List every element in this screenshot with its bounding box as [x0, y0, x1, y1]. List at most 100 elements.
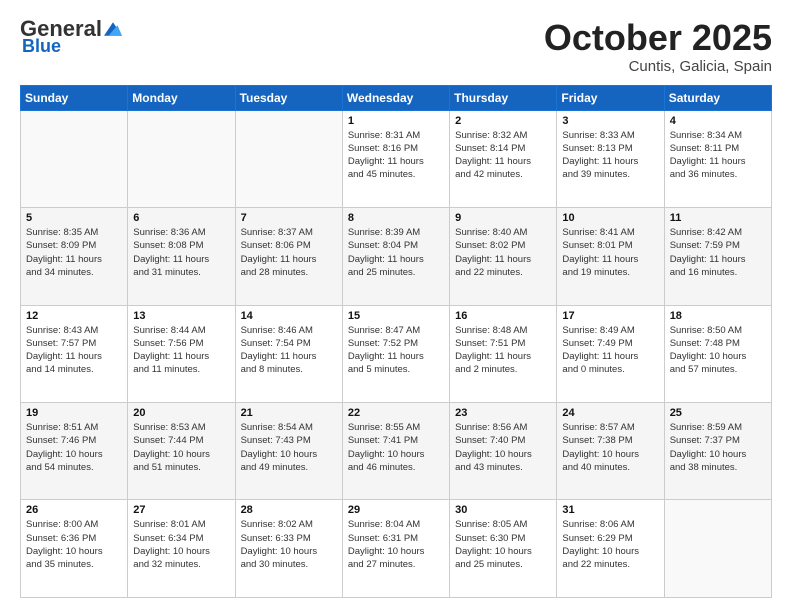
day-number: 8: [348, 212, 444, 224]
calendar-header-row: SundayMondayTuesdayWednesdayThursdayFrid…: [21, 85, 772, 110]
day-info: Sunrise: 8:54 AM Sunset: 7:43 PM Dayligh…: [241, 421, 337, 474]
calendar-week-4: 19Sunrise: 8:51 AM Sunset: 7:46 PM Dayli…: [21, 403, 772, 500]
day-info: Sunrise: 8:39 AM Sunset: 8:04 PM Dayligh…: [348, 226, 444, 279]
day-info: Sunrise: 8:06 AM Sunset: 6:29 PM Dayligh…: [562, 518, 658, 571]
calendar-cell: 7 Sunrise: 8:37 AM Sunset: 8:06 PM Daylig…: [235, 208, 342, 305]
day-number: 1: [348, 115, 444, 127]
calendar-cell: 14 Sunrise: 8:46 AM Sunset: 7:54 PM Dayli…: [235, 305, 342, 402]
day-number: 14: [241, 310, 337, 322]
day-info: Sunrise: 8:34 AM Sunset: 8:11 PM Dayligh…: [670, 129, 766, 182]
day-number: 27: [133, 504, 229, 516]
day-info: Sunrise: 8:37 AM Sunset: 8:06 PM Dayligh…: [241, 226, 337, 279]
calendar-cell: 2 Sunrise: 8:32 AM Sunset: 8:14 PM Daylig…: [450, 110, 557, 207]
logo: General Blue: [20, 18, 122, 57]
calendar-cell: 17 Sunrise: 8:49 AM Sunset: 7:49 PM Dayli…: [557, 305, 664, 402]
day-number: 15: [348, 310, 444, 322]
day-number: 20: [133, 407, 229, 419]
weekday-header-sunday: Sunday: [21, 85, 128, 110]
day-number: 12: [26, 310, 122, 322]
calendar-week-2: 5Sunrise: 8:35 AM Sunset: 8:09 PM Daylig…: [21, 208, 772, 305]
calendar-cell: [21, 110, 128, 207]
main-title: October 2025: [544, 18, 772, 58]
day-info: Sunrise: 8:50 AM Sunset: 7:48 PM Dayligh…: [670, 324, 766, 377]
logo-icon: [104, 20, 122, 38]
weekday-header-monday: Monday: [128, 85, 235, 110]
day-number: 29: [348, 504, 444, 516]
day-info: Sunrise: 8:36 AM Sunset: 8:08 PM Dayligh…: [133, 226, 229, 279]
calendar-cell: 10 Sunrise: 8:41 AM Sunset: 8:01 PM Dayli…: [557, 208, 664, 305]
day-info: Sunrise: 8:57 AM Sunset: 7:38 PM Dayligh…: [562, 421, 658, 474]
weekday-header-thursday: Thursday: [450, 85, 557, 110]
calendar-cell: 6 Sunrise: 8:36 AM Sunset: 8:08 PM Daylig…: [128, 208, 235, 305]
day-number: 10: [562, 212, 658, 224]
day-info: Sunrise: 8:43 AM Sunset: 7:57 PM Dayligh…: [26, 324, 122, 377]
day-number: 31: [562, 504, 658, 516]
calendar-cell: 5Sunrise: 8:35 AM Sunset: 8:09 PM Daylig…: [21, 208, 128, 305]
day-number: 22: [348, 407, 444, 419]
day-number: 30: [455, 504, 551, 516]
day-number: 13: [133, 310, 229, 322]
day-info: Sunrise: 8:42 AM Sunset: 7:59 PM Dayligh…: [670, 226, 766, 279]
day-info: Sunrise: 8:02 AM Sunset: 6:33 PM Dayligh…: [241, 518, 337, 571]
day-info: Sunrise: 8:05 AM Sunset: 6:30 PM Dayligh…: [455, 518, 551, 571]
day-number: 17: [562, 310, 658, 322]
day-info: Sunrise: 8:41 AM Sunset: 8:01 PM Dayligh…: [562, 226, 658, 279]
logo-blue-text: Blue: [22, 36, 61, 57]
day-info: Sunrise: 8:04 AM Sunset: 6:31 PM Dayligh…: [348, 518, 444, 571]
day-info: Sunrise: 8:01 AM Sunset: 6:34 PM Dayligh…: [133, 518, 229, 571]
day-info: Sunrise: 8:44 AM Sunset: 7:56 PM Dayligh…: [133, 324, 229, 377]
calendar-table: SundayMondayTuesdayWednesdayThursdayFrid…: [20, 85, 772, 598]
day-number: 5: [26, 212, 122, 224]
day-number: 9: [455, 212, 551, 224]
day-number: 7: [241, 212, 337, 224]
calendar-cell: 21 Sunrise: 8:54 AM Sunset: 7:43 PM Dayli…: [235, 403, 342, 500]
day-info: Sunrise: 8:46 AM Sunset: 7:54 PM Dayligh…: [241, 324, 337, 377]
day-info: Sunrise: 8:00 AM Sunset: 6:36 PM Dayligh…: [26, 518, 122, 571]
calendar-cell: 26 Sunrise: 8:00 AM Sunset: 6:36 PM Dayli…: [21, 500, 128, 598]
header: General Blue October 2025 Cuntis, Galici…: [20, 18, 772, 75]
calendar-cell: 15 Sunrise: 8:47 AM Sunset: 7:52 PM Dayli…: [342, 305, 449, 402]
day-number: 2: [455, 115, 551, 127]
day-number: 21: [241, 407, 337, 419]
day-info: Sunrise: 8:59 AM Sunset: 7:37 PM Dayligh…: [670, 421, 766, 474]
day-number: 18: [670, 310, 766, 322]
calendar-week-1: 1Sunrise: 8:31 AM Sunset: 8:16 PM Daylig…: [21, 110, 772, 207]
calendar-cell: [235, 110, 342, 207]
day-info: Sunrise: 8:49 AM Sunset: 7:49 PM Dayligh…: [562, 324, 658, 377]
calendar-cell: 28 Sunrise: 8:02 AM Sunset: 6:33 PM Dayli…: [235, 500, 342, 598]
day-info: Sunrise: 8:48 AM Sunset: 7:51 PM Dayligh…: [455, 324, 551, 377]
day-number: 3: [562, 115, 658, 127]
calendar-cell: 31 Sunrise: 8:06 AM Sunset: 6:29 PM Dayli…: [557, 500, 664, 598]
day-number: 6: [133, 212, 229, 224]
calendar-cell: [664, 500, 771, 598]
day-number: 4: [670, 115, 766, 127]
day-info: Sunrise: 8:53 AM Sunset: 7:44 PM Dayligh…: [133, 421, 229, 474]
day-info: Sunrise: 8:32 AM Sunset: 8:14 PM Dayligh…: [455, 129, 551, 182]
day-number: 26: [26, 504, 122, 516]
day-number: 28: [241, 504, 337, 516]
weekday-header-saturday: Saturday: [664, 85, 771, 110]
weekday-header-friday: Friday: [557, 85, 664, 110]
day-number: 24: [562, 407, 658, 419]
calendar-cell: 23Sunrise: 8:56 AM Sunset: 7:40 PM Dayli…: [450, 403, 557, 500]
calendar-cell: 13 Sunrise: 8:44 AM Sunset: 7:56 PM Dayli…: [128, 305, 235, 402]
calendar-cell: [128, 110, 235, 207]
calendar-cell: 16 Sunrise: 8:48 AM Sunset: 7:51 PM Dayli…: [450, 305, 557, 402]
day-info: Sunrise: 8:47 AM Sunset: 7:52 PM Dayligh…: [348, 324, 444, 377]
calendar-cell: 8 Sunrise: 8:39 AM Sunset: 8:04 PM Daylig…: [342, 208, 449, 305]
day-number: 25: [670, 407, 766, 419]
calendar-cell: 24 Sunrise: 8:57 AM Sunset: 7:38 PM Dayli…: [557, 403, 664, 500]
calendar-cell: 11 Sunrise: 8:42 AM Sunset: 7:59 PM Dayli…: [664, 208, 771, 305]
calendar-cell: 12 Sunrise: 8:43 AM Sunset: 7:57 PM Dayli…: [21, 305, 128, 402]
day-number: 11: [670, 212, 766, 224]
day-number: 16: [455, 310, 551, 322]
calendar-cell: 29 Sunrise: 8:04 AM Sunset: 6:31 PM Dayli…: [342, 500, 449, 598]
calendar-week-5: 26 Sunrise: 8:00 AM Sunset: 6:36 PM Dayli…: [21, 500, 772, 598]
calendar-cell: 19Sunrise: 8:51 AM Sunset: 7:46 PM Dayli…: [21, 403, 128, 500]
weekday-header-tuesday: Tuesday: [235, 85, 342, 110]
calendar-cell: 9Sunrise: 8:40 AM Sunset: 8:02 PM Daylig…: [450, 208, 557, 305]
calendar-cell: 4 Sunrise: 8:34 AM Sunset: 8:11 PM Daylig…: [664, 110, 771, 207]
calendar-cell: 27 Sunrise: 8:01 AM Sunset: 6:34 PM Dayli…: [128, 500, 235, 598]
calendar-cell: 20 Sunrise: 8:53 AM Sunset: 7:44 PM Dayli…: [128, 403, 235, 500]
calendar-cell: 18 Sunrise: 8:50 AM Sunset: 7:48 PM Dayli…: [664, 305, 771, 402]
